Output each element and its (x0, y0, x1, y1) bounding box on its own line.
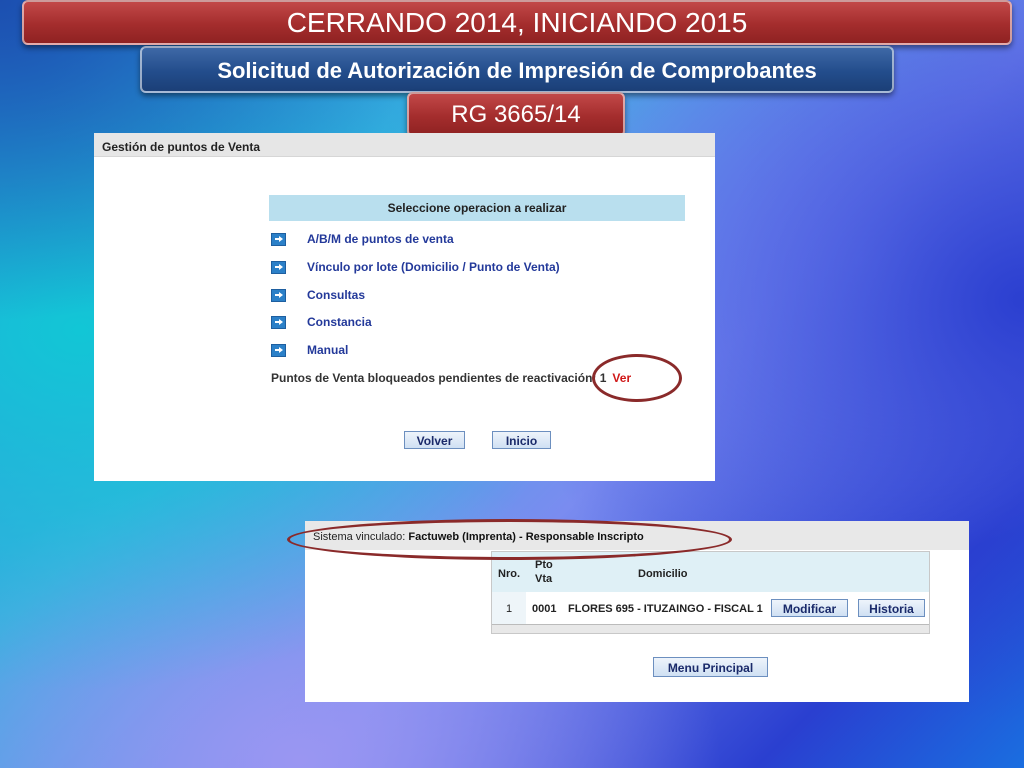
arrow-right-icon (271, 233, 286, 246)
menu-principal-button[interactable]: Menu Principal (653, 657, 768, 677)
operation-label[interactable]: Vínculo por lote (Domicilio / Punto de V… (307, 260, 560, 274)
table-scrollbar[interactable] (492, 624, 929, 633)
arrow-right-icon (271, 344, 286, 357)
column-header-pto-vta: Pto Vta (535, 559, 553, 585)
modificar-button[interactable]: Modificar (771, 599, 848, 617)
operation-label[interactable]: Manual (307, 343, 348, 357)
title-text: CERRANDO 2014, INICIANDO 2015 (286, 7, 748, 38)
volver-button[interactable]: Volver (404, 431, 465, 449)
panel-header: Gestión de puntos de Venta (94, 133, 715, 157)
inicio-button[interactable]: Inicio (492, 431, 551, 449)
arrow-right-icon (271, 316, 286, 329)
operation-label[interactable]: A/B/M de puntos de venta (307, 232, 454, 246)
highlight-ellipse (287, 519, 732, 560)
blocked-label: Puntos de Venta bloqueados pendientes de… (271, 371, 607, 385)
row-nro: 1 (506, 603, 513, 615)
column-header-domicilio: Domicilio (638, 568, 688, 580)
arrow-right-icon (271, 261, 286, 274)
operation-label[interactable]: Constancia (307, 315, 372, 329)
operations-title: Seleccione operacion a realizar (269, 195, 685, 221)
regulation-text: RG 3665/14 (451, 101, 581, 128)
row-domicilio: FLORES 695 - ITUZAINGO - FISCAL 1 (568, 603, 763, 615)
gestion-puntos-venta-panel: Gestión de puntos de Venta Seleccione op… (94, 133, 715, 481)
row-pto-vta: 0001 (532, 603, 557, 615)
historia-button[interactable]: Historia (858, 599, 925, 617)
blocked-puntos-venta-text: Puntos de Venta bloqueados pendientes de… (271, 371, 631, 385)
operation-label[interactable]: Consultas (307, 288, 365, 302)
puntos-venta-table: Nro. Pto Vta Domicilio 1 0001 FLORES 695… (491, 551, 930, 634)
column-header-nro: Nro. (498, 568, 520, 580)
regulation-banner: RG 3665/14 (407, 92, 625, 137)
title-banner: CERRANDO 2014, INICIANDO 2015 (22, 0, 1012, 45)
subtitle-banner: Solicitud de Autorización de Impresión d… (140, 46, 894, 93)
highlight-circle (592, 354, 682, 402)
arrow-right-icon (271, 289, 286, 302)
subtitle-text: Solicitud de Autorización de Impresión d… (217, 58, 817, 83)
